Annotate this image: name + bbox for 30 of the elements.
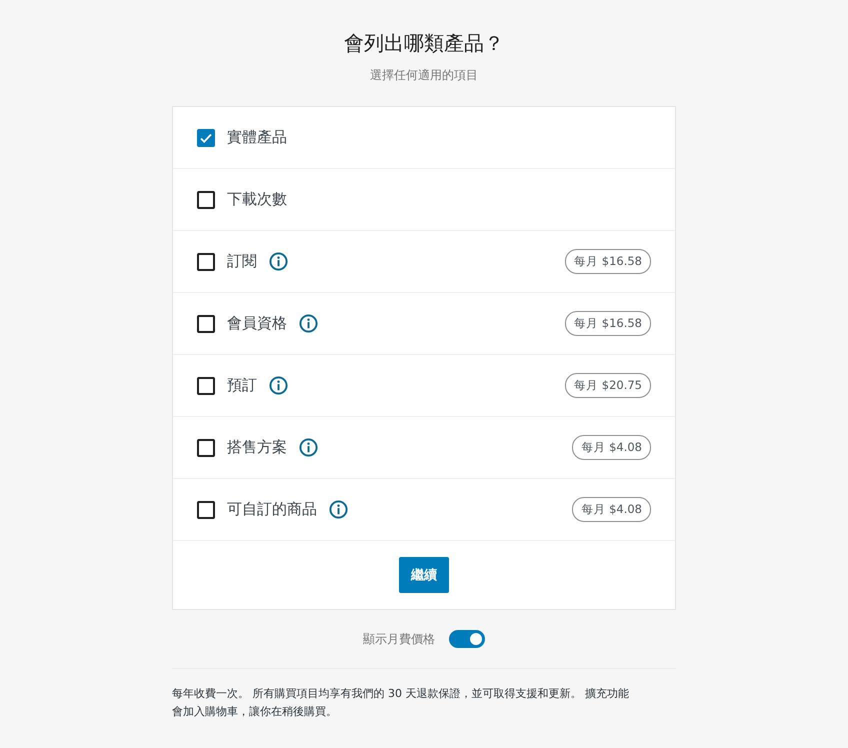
info-icon[interactable] [299, 314, 318, 333]
checkbox[interactable] [197, 376, 215, 394]
info-icon[interactable] [299, 438, 318, 457]
info-icon[interactable] [329, 500, 348, 519]
checkbox[interactable] [197, 190, 215, 208]
price-tag: 每月 $4.08 [572, 435, 651, 460]
price-tag: 每月 $16.58 [565, 249, 651, 274]
checkbox[interactable] [197, 314, 215, 332]
option-label: 會員資格 [227, 314, 287, 333]
toggle-label: 顯示月費價格 [363, 630, 435, 648]
checkbox[interactable] [197, 500, 215, 518]
price-tag: 每月 $20.75 [565, 373, 651, 398]
footnote: 每年收費一次。 所有購買項目均享有我們的 30 天退款保證，並可取得支援和更新。 擴充功能會加入購物車，讓你在稍後購買。 [172, 686, 630, 720]
page-title: 會列出哪類產品？ [344, 30, 504, 57]
checkbox[interactable] [197, 252, 215, 270]
option-label: 可自訂的商品 [227, 500, 317, 519]
option-label: 預訂 [227, 376, 257, 395]
option-label: 搭售方案 [227, 438, 287, 457]
info-icon[interactable] [269, 252, 288, 271]
page-subtitle: 選擇任何適用的項目 [370, 67, 478, 84]
checkbox[interactable] [197, 438, 215, 456]
option-label: 實體產品 [227, 128, 287, 147]
info-icon[interactable] [269, 376, 288, 395]
price-tag: 每月 $4.08 [572, 497, 651, 522]
checkbox[interactable] [197, 128, 215, 146]
price-tag: 每月 $16.58 [565, 311, 651, 336]
option-label: 下載次數 [227, 190, 287, 209]
toggle-switch[interactable] [449, 630, 485, 648]
option-label: 訂閱 [227, 252, 257, 271]
continue-button[interactable]: 繼續 [399, 557, 449, 593]
